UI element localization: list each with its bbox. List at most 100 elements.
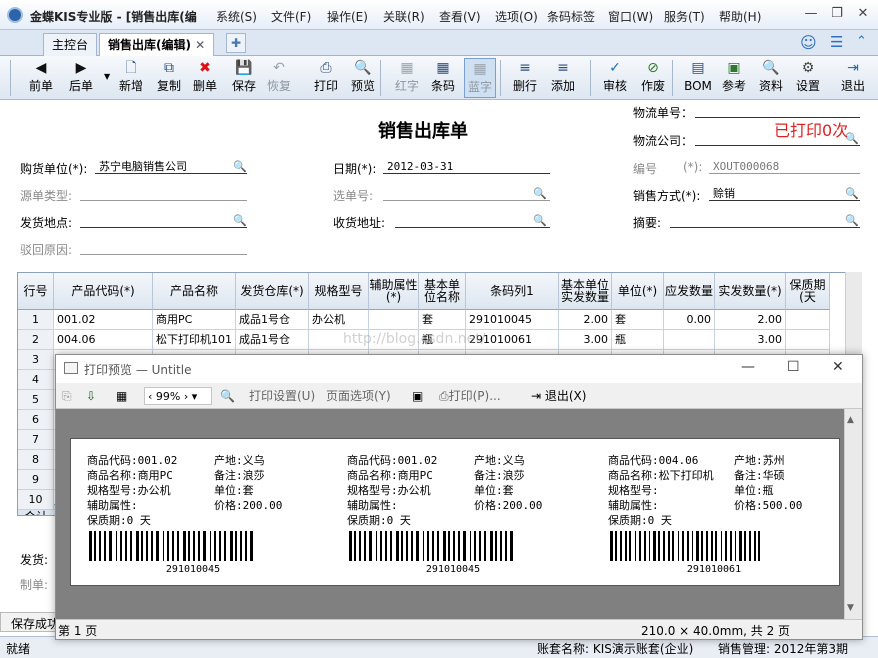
grid-cell[interactable]: 2.00 — [715, 310, 786, 330]
column-header[interactable]: 保质期(天 — [786, 273, 830, 310]
grid-cell[interactable]: 004.06 — [54, 330, 153, 350]
column-header[interactable]: 实发数量(*) — [715, 273, 786, 310]
column-header[interactable]: 发货仓库(*) — [236, 273, 309, 310]
toolbar-button-21[interactable]: ⇥ 退出 — [838, 58, 868, 98]
preview-layout-icon[interactable]: ▣ — [412, 387, 423, 405]
toolbar-button-19[interactable]: 🔍 资料 — [756, 58, 786, 98]
grid-cell[interactable] — [786, 330, 830, 350]
grid-cell[interactable]: 办公机 — [309, 310, 369, 330]
menu-item[interactable]: 帮助(H) — [719, 8, 761, 25]
minimize-button[interactable]: — — [802, 6, 820, 22]
receive-address-lookup-icon[interactable]: 🔍 — [533, 214, 547, 228]
print-setup-button[interactable]: 打印设置(U) — [249, 387, 315, 405]
grid-cell[interactable] — [664, 330, 715, 350]
toolbar-button-4[interactable]: ⧉ 复制 — [154, 58, 184, 98]
source-type-field[interactable] — [80, 187, 247, 201]
grid-cell[interactable]: 291010045 — [466, 310, 559, 330]
toolbar-button-9[interactable]: 🔍 预览 — [348, 58, 378, 98]
menu-item[interactable]: 窗口(W) — [608, 8, 653, 25]
close-button[interactable]: ✕ — [854, 6, 872, 22]
toolbar-button-16[interactable]: ⊘ 作废 — [638, 58, 668, 98]
toolbar-button-15[interactable]: ✓ 审核 — [600, 58, 630, 98]
preview-print-button[interactable]: ⎙打印(P)... — [439, 387, 501, 405]
column-header[interactable]: 行号 — [18, 273, 54, 310]
reject-reason-field[interactable] — [80, 241, 247, 255]
grid-cell[interactable]: 2.00 — [559, 310, 612, 330]
grid-cell[interactable]: 套 — [612, 310, 664, 330]
column-header[interactable]: 产品名称 — [153, 273, 236, 310]
tab-close-icon[interactable]: ✕ — [195, 38, 205, 52]
grid-cell[interactable] — [786, 310, 830, 330]
preview-exit-button[interactable]: ⇥ 退出(X) — [531, 387, 586, 405]
toolbar-button-20[interactable]: ⚙ 设置 — [793, 58, 823, 98]
logistics-no-field[interactable] — [695, 104, 860, 118]
next-dropdown-icon[interactable]: ▼ — [104, 72, 110, 81]
buyer-field[interactable]: 苏宁电脑销售公司 — [95, 160, 247, 174]
toolbar-button-2[interactable]: ▶ 后单 — [64, 58, 98, 98]
preview-scrollbar[interactable]: ▲ ▼ — [844, 409, 861, 619]
column-header[interactable]: 辅助属性(*) — [369, 273, 419, 310]
toolbar-button-10[interactable]: ▦ 红字 — [392, 58, 422, 98]
smiley-icon[interactable]: ☺ — [800, 33, 817, 52]
toolbar-button-6[interactable]: 💾 保存 — [229, 58, 259, 98]
grid-cell[interactable]: 001.02 — [54, 310, 153, 330]
grid-cell[interactable]: 3.00 — [559, 330, 612, 350]
toolbar-button-14[interactable]: ≡ 添加 — [548, 58, 578, 98]
column-header[interactable]: 单位(*) — [612, 273, 664, 310]
grid-cell[interactable]: 0.00 — [664, 310, 715, 330]
expand-icon[interactable]: ⌃ — [856, 34, 867, 49]
grid-cell[interactable]: 松下打印机101 — [153, 330, 236, 350]
summary-field[interactable] — [670, 214, 860, 228]
column-header[interactable]: 应发数量 — [664, 273, 715, 310]
sale-mode-field[interactable]: 赊销 — [709, 187, 860, 201]
ship-place-field[interactable] — [80, 214, 247, 228]
select-no-field[interactable] — [383, 187, 550, 201]
toolbar-button-1[interactable]: ◀ 前单 — [24, 58, 58, 98]
grid-cell[interactable]: 商用PC — [153, 310, 236, 330]
preview-zoom-icon[interactable]: 🔍 — [220, 387, 235, 405]
tab-console[interactable]: 主控台 — [43, 33, 98, 56]
grid-cell[interactable]: 3.00 — [715, 330, 786, 350]
preview-export-icon[interactable]: ⎘ — [62, 387, 72, 405]
toolbar-button-11[interactable]: ▦ 条码 — [428, 58, 458, 98]
preview-save-icon[interactable]: ⇩ — [86, 387, 96, 405]
column-header[interactable]: 基本单位实发数量 — [559, 273, 612, 310]
zoom-select[interactable]: ‹ 99% › ▾ — [144, 387, 212, 405]
receive-address-field[interactable] — [395, 214, 550, 228]
preview-close-button[interactable]: ✕ — [832, 359, 844, 375]
date-field[interactable]: 2012-03-31 — [383, 160, 550, 174]
column-header[interactable]: 产品代码(*) — [54, 273, 153, 310]
menu-item[interactable]: 条码标签 — [547, 8, 595, 25]
column-header[interactable]: 规格型号 — [309, 273, 369, 310]
ship-place-lookup-icon[interactable]: 🔍 — [233, 214, 247, 228]
message-icon[interactable]: ☰ — [830, 33, 843, 51]
maximize-button[interactable]: ❐ — [828, 6, 846, 22]
menu-item[interactable]: 选项(O) — [495, 8, 538, 25]
menu-item[interactable]: 操作(E) — [327, 8, 368, 25]
grid-cell[interactable]: 成品1号仓 — [236, 330, 309, 350]
preview-minimize-button[interactable]: — — [741, 359, 755, 375]
toolbar-button-18[interactable]: ▣ 参考 — [719, 58, 749, 98]
toolbar-button-12[interactable]: ▦ 蓝字 — [464, 58, 496, 98]
menu-item[interactable]: 查看(V) — [439, 8, 481, 25]
grid-cell[interactable]: 成品1号仓 — [236, 310, 309, 330]
toolbar-button-5[interactable]: ✖ 删单 — [190, 58, 220, 98]
buyer-lookup-icon[interactable]: 🔍 — [233, 160, 247, 174]
menu-item[interactable]: 系统(S) — [216, 8, 257, 25]
tab-sales-outbound[interactable]: 销售出库(编辑) ✕ — [99, 33, 215, 56]
grid-cell[interactable]: 瓶 — [612, 330, 664, 350]
preview-maximize-button[interactable]: ☐ — [787, 359, 800, 375]
column-header[interactable]: 基本单位名称 — [419, 273, 466, 310]
sale-mode-lookup-icon[interactable]: 🔍 — [845, 187, 859, 201]
page-options-button[interactable]: 页面选项(Y) — [326, 387, 391, 405]
menu-item[interactable]: 服务(T) — [664, 8, 705, 25]
grid-cell[interactable] — [369, 310, 419, 330]
toolbar-button-7[interactable]: ↶ 恢复 — [264, 58, 294, 98]
toolbar-button-17[interactable]: ▤ BOM — [683, 58, 713, 98]
code-field[interactable]: XOUT000068 — [709, 160, 860, 174]
menu-item[interactable]: 文件(F) — [271, 8, 311, 25]
menu-item[interactable]: 关联(R) — [383, 8, 425, 25]
summary-lookup-icon[interactable]: 🔍 — [845, 214, 859, 228]
select-no-lookup-icon[interactable]: 🔍 — [533, 187, 547, 201]
toolbar-button-13[interactable]: ≡ 删行 — [510, 58, 540, 98]
